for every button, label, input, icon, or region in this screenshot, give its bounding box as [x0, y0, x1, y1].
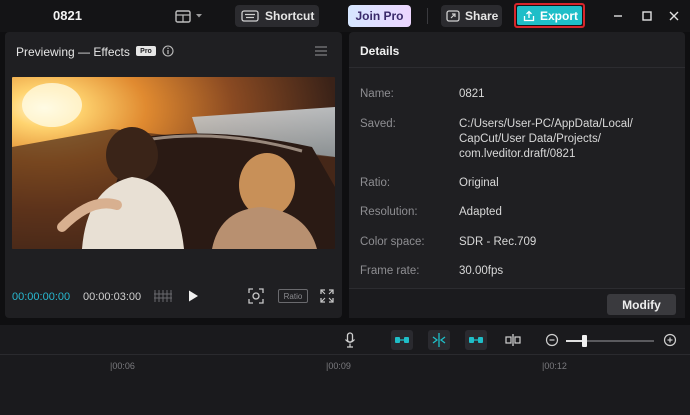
- details-title: Details: [360, 44, 400, 58]
- project-title: 0821: [53, 8, 82, 23]
- zoom-out-icon: [545, 333, 559, 347]
- frame-rate-value: 30.00fps: [459, 265, 504, 277]
- share-button[interactable]: Share: [441, 5, 502, 27]
- auto-snap-toggle[interactable]: [428, 330, 450, 350]
- export-icon: [523, 10, 535, 21]
- fullscreen-icon[interactable]: [320, 289, 334, 303]
- timeline-ruler[interactable]: |00:06 |00:09 |00:12: [0, 355, 690, 375]
- pro-badge: Pro: [136, 46, 156, 56]
- zoom-in-icon: [663, 333, 677, 347]
- video-frame-image: [12, 77, 335, 249]
- ruler-label: |00:09: [326, 361, 351, 371]
- zoom-slider-track[interactable]: [566, 340, 654, 342]
- shortcut-button[interactable]: Shortcut: [235, 5, 319, 27]
- zoom-slider-handle[interactable]: [581, 335, 587, 347]
- color-space-label: Color space:: [360, 236, 425, 248]
- name-label: Name:: [360, 88, 394, 100]
- zoom-slider-fill: [566, 340, 584, 342]
- shortcut-label: Shortcut: [265, 9, 315, 23]
- maximize-button[interactable]: [639, 8, 655, 24]
- toolbar-divider: [427, 8, 428, 24]
- preview-axis-button[interactable]: [503, 331, 523, 349]
- frame-rate-label: Frame rate:: [360, 265, 420, 277]
- color-space-value: SDR - Rec.709: [459, 236, 537, 248]
- join-pro-button[interactable]: Join Pro: [348, 5, 411, 27]
- linkage-toggle[interactable]: [465, 330, 487, 350]
- saved-path: C:/Users/User-PC/AppData/Local/ CapCut/U…: [459, 117, 633, 162]
- share-icon: [446, 10, 460, 22]
- minimize-button[interactable]: [610, 8, 626, 24]
- close-icon: [669, 11, 679, 21]
- microphone-icon: [345, 332, 355, 348]
- timeline-panel: |00:06 |00:09 |00:12: [0, 325, 690, 415]
- ratio-value: Original: [459, 177, 499, 189]
- zoom-in-button[interactable]: [660, 331, 680, 349]
- linkage-icon: [469, 337, 483, 343]
- modify-button[interactable]: Modify: [607, 294, 676, 315]
- keyboard-icon: [241, 10, 259, 22]
- saved-label: Saved:: [360, 118, 396, 130]
- ratio-button[interactable]: Ratio: [278, 289, 308, 303]
- timeline-grid-icon[interactable]: [153, 289, 173, 303]
- resolution-value: Adapted: [459, 206, 502, 218]
- zoom-out-button[interactable]: [542, 331, 562, 349]
- saved-path-line: CapCut/User Data/Projects/: [459, 133, 601, 145]
- preview-header: Previewing — Effects Pro: [5, 32, 342, 68]
- current-timecode: 00:00:00:00: [12, 291, 71, 303]
- export-button[interactable]: Export: [514, 3, 585, 28]
- chevron-down-icon: [196, 14, 202, 18]
- play-icon[interactable]: [186, 289, 200, 303]
- saved-path-line: com.lveditor.draft/0821: [459, 148, 576, 160]
- split-icon: [505, 334, 521, 346]
- details-panel: Details Name: 0821 Saved: C:/Users/User-…: [349, 32, 685, 318]
- export-label: Export: [540, 8, 579, 23]
- ratio-label: Ratio:: [360, 177, 391, 189]
- layout-icon: [175, 9, 191, 23]
- video-preview[interactable]: [12, 77, 335, 249]
- title-bar: 0821 Shortcut Join Pro Share Export: [0, 0, 690, 32]
- playback-controls: 00:00:00:00 00:00:03:00 Ratio: [5, 284, 342, 310]
- link-clips-icon: [395, 337, 409, 343]
- name-value: 0821: [459, 88, 485, 100]
- details-footer: Modify: [349, 288, 685, 318]
- info-icon[interactable]: [162, 45, 174, 57]
- preview-panel: Previewing — Effects Pro 00:00:00:00 00:…: [5, 32, 342, 318]
- share-label: Share: [465, 9, 499, 23]
- ruler-label: |00:06: [110, 361, 135, 371]
- ruler-label: |00:12: [542, 361, 567, 371]
- main-track-magnet-toggle[interactable]: [391, 330, 413, 350]
- record-audio-button[interactable]: [340, 331, 360, 349]
- menu-icon[interactable]: [314, 45, 328, 57]
- maximize-icon: [642, 11, 652, 21]
- preview-title: Previewing — Effects: [16, 45, 130, 59]
- layout-menu-button[interactable]: [175, 8, 207, 24]
- resolution-label: Resolution:: [360, 206, 418, 218]
- details-header: Details: [349, 32, 685, 68]
- close-button[interactable]: [666, 8, 682, 24]
- minimize-icon: [614, 15, 622, 17]
- timeline-toolbar: [0, 325, 690, 355]
- snap-icon: [432, 333, 446, 347]
- fit-screen-icon[interactable]: [248, 288, 264, 304]
- total-timecode: 00:00:03:00: [83, 291, 142, 303]
- saved-path-line: C:/Users/User-PC/AppData/Local/: [459, 118, 633, 130]
